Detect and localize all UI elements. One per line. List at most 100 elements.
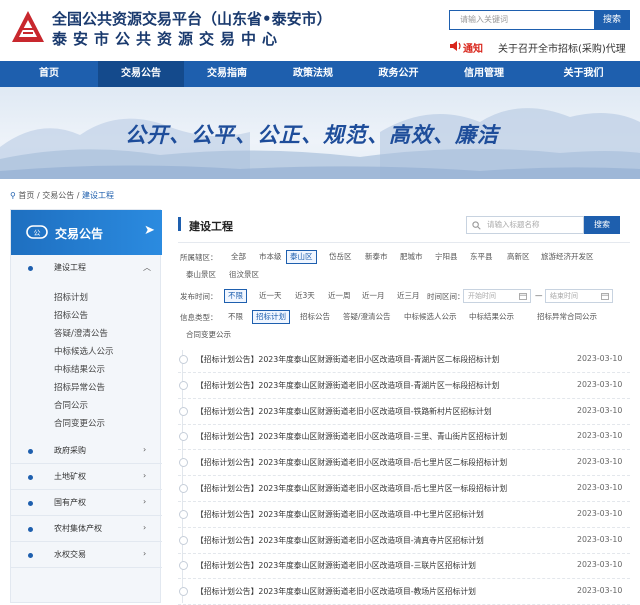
breadcrumb-home[interactable]: 首页 [18,191,34,200]
row-title[interactable]: 【招标计划公告】2023年度泰山区财源街道老旧小区改造项目-清真寺片区招标计划 [196,535,576,546]
filter-time-option[interactable]: 不限 [224,289,247,303]
row-title[interactable]: 【招标计划公告】2023年度泰山区财源街道老旧小区改造项目-三里、青山街片区招标… [196,431,576,442]
date-placeholder: 结束时间 [550,292,578,300]
nav-item-3[interactable]: 政策法规 [270,61,356,87]
table-row[interactable]: 【招标计划公告】2023年度泰山区财源街道老旧小区改造项目-清真寺片区招标计划 2… [178,528,630,554]
table-row[interactable]: 【招标计划公告】2023年度泰山区财源街道老旧小区改造项目-后七里片区二标段招标… [178,450,630,477]
filter-region-option[interactable]: 市本级 [255,250,286,264]
bullet-icon [179,484,188,493]
filter-region-option[interactable]: 岱岳区 [325,250,356,264]
filter-time-option[interactable]: 近一月 [358,289,389,303]
filter-region-option[interactable]: 肥城市 [396,250,427,264]
sidebar-section[interactable]: 政府采购 › [11,438,162,464]
filter-region-option[interactable]: 泰山区 [286,250,317,264]
sidebar-subitem[interactable]: 合同变更公示 [54,417,105,429]
site-header: 全国公共资源交易平台（山东省•泰安市） 泰安市公共资源交易中心 请输入关键词 搜… [0,0,640,61]
row-date: 2023-03-10 [577,379,623,389]
sidebar-subitem[interactable]: 合同公示 [54,399,88,411]
table-row[interactable]: 【招标计划公告】2023年度泰山区财源街道老旧小区改造项目-教场片区招标计划 20… [178,579,630,605]
row-date: 2023-03-10 [577,560,623,570]
row-date: 2023-03-10 [577,457,623,467]
table-row[interactable]: 【招标计划公告】2023年度泰山区财源街道老旧小区改造项目-三里、青山街片区招标… [178,424,630,451]
header-search-input[interactable]: 请输入关键词 [449,10,594,30]
sidebar-section[interactable]: 国有产权 › [11,490,162,516]
title-search-input[interactable]: 请输入标题名称 [466,216,584,234]
filter-region-option[interactable]: 徂汶景区 [225,268,263,282]
header-search-button[interactable]: 搜索 [594,10,630,30]
filter-region-option[interactable]: 东平县 [466,250,497,264]
filter-region-option[interactable]: 宁阳县 [431,250,462,264]
chevron-right-icon: › [143,497,147,506]
sidebar-section-label: 建设工程 [54,263,86,272]
nav-item-5[interactable]: 信用管理 [441,61,527,87]
filter-time-option[interactable]: 近一天 [255,289,286,303]
filter-infotype-option[interactable]: 中标结果公示 [465,310,518,324]
breadcrumb-separator: / [36,191,40,200]
sidebar-subitem[interactable]: 招标公告 [54,309,88,321]
row-title[interactable]: 【招标计划公告】2023年度泰山区财源街道老旧小区改造项目-青湖片区二标段招标计… [196,354,576,365]
site-logo-icon[interactable] [10,9,46,45]
filter-time-option[interactable]: 近一周 [324,289,355,303]
filter-infotype-option[interactable]: 招标计划 [252,310,290,324]
bullet-icon [179,380,188,390]
nav-item-6[interactable]: 关于我们 [527,61,640,87]
table-row[interactable]: 【招标计划公告】2023年度泰山区财源街道老旧小区改造项目-青湖片区一标段招标计… [178,373,630,399]
bullet-icon [179,587,188,597]
breadcrumb-level1[interactable]: 交易公告 [42,191,74,200]
row-title[interactable]: 【招标计划公告】2023年度泰山区财源街道老旧小区改造项目-中七里片区招标计划 [196,509,576,520]
sidebar-subitem[interactable]: 招标异常公告 [54,381,105,393]
filter-region-option[interactable]: 新泰市 [361,250,392,264]
filter-infotype-option[interactable]: 合同公示 [563,310,601,324]
end-date-input[interactable]: 结束时间 [545,289,613,303]
row-title[interactable]: 【招标计划公告】2023年度泰山区财源街道老旧小区改造项目-铁路新村片区招标计划 [196,406,576,417]
filter-range-label: 时间区间： [427,292,465,301]
row-title[interactable]: 【招标计划公告】2023年度泰山区财源街道老旧小区改造项目-青湖片区一标段招标计… [196,380,576,391]
sidebar-subitem[interactable]: 中标候选人公示 [54,345,114,357]
filter-region-option[interactable]: 泰山景区 [182,268,220,282]
table-row[interactable]: 【招标计划公告】2023年度泰山区财源街道老旧小区改造项目-后七里片区一标段招标… [178,476,630,502]
notice-marquee-link[interactable]: 关于召开全市招标(采购)代理 [498,40,640,55]
table-row[interactable]: 【招标计划公告】2023年度泰山区财源街道老旧小区改造项目-铁路新村片区招标计划… [178,399,630,425]
filter-time-option[interactable]: 近三月 [393,289,424,303]
sidebar-section[interactable]: 水权交易 › [11,542,162,568]
sidebar-section-label: 水权交易 [54,550,86,559]
sidebar-section-label: 政府采购 [54,446,86,455]
table-row[interactable]: 【招标计划公告】2023年度泰山区财源街道老旧小区改造项目-三联片区招标计划 20… [178,553,630,580]
sidebar-section-construction[interactable]: 建设工程 ︿ [11,255,162,281]
nav-item-1[interactable]: 交易公告 [98,61,184,87]
sidebar-subitem[interactable]: 招标计划 [54,291,88,303]
announcement-icon: 公 [26,225,48,239]
filter-infotype-option[interactable]: 不限 [224,310,247,324]
filter-infotype-option[interactable]: 中标候选人公示 [400,310,461,324]
filter-time-option[interactable]: 近3天 [291,289,319,303]
sidebar-subitem[interactable]: 中标结果公示 [54,363,105,375]
nav-item-0[interactable]: 首页 [0,61,98,87]
row-title[interactable]: 【招标计划公告】2023年度泰山区财源街道老旧小区改造项目-后七里片区一标段招标… [196,483,576,494]
page-title: 建设工程 [189,220,233,233]
breadcrumb-current: 建设工程 [82,191,114,200]
filter-infotype-option[interactable]: 答疑/澄清公告 [339,310,395,324]
filter-region-option[interactable]: 高新区 [503,250,534,264]
banner-slogan: 公开、公平、公正、规范、高效、廉洁 [125,122,499,147]
table-row[interactable]: 【招标计划公告】2023年度泰山区财源街道老旧小区改造项目-中七里片区招标计划 2… [178,502,630,528]
breadcrumb-separator: / [76,191,80,200]
row-title[interactable]: 【招标计划公告】2023年度泰山区财源街道老旧小区改造项目-三联片区招标计划 [196,560,576,571]
title-search-button[interactable]: 搜索 [584,216,620,234]
row-title[interactable]: 【招标计划公告】2023年度泰山区财源街道老旧小区改造项目-后七里片区二标段招标… [196,457,576,468]
start-date-input[interactable]: 开始时间 [463,289,531,303]
title-accent-bar [178,217,181,231]
filter-region-option[interactable]: 全部 [227,250,250,264]
bullet-icon [28,449,33,454]
table-row[interactable]: 【招标计划公告】2023年度泰山区财源街道老旧小区改造项目-青湖片区二标段招标计… [178,347,630,373]
nav-item-4[interactable]: 政务公开 [356,61,441,87]
row-title[interactable]: 【招标计划公告】2023年度泰山区财源街道老旧小区改造项目-教场片区招标计划 [196,586,576,597]
filter-infotype-option[interactable]: 招标公告 [296,310,334,324]
bullet-icon [28,553,33,558]
sidebar-section[interactable]: 农村集体产权 › [11,516,162,542]
filter-infotype-option[interactable]: 合同变更公示 [182,328,235,342]
filter-region-option[interactable]: 旅游经济开发区 [537,250,598,264]
nav-item-2[interactable]: 交易指南 [184,61,270,87]
sidebar-subitem[interactable]: 答疑/澄清公告 [54,327,108,339]
bullet-icon [28,266,33,271]
sidebar-section[interactable]: 土地矿权 › [11,464,162,490]
